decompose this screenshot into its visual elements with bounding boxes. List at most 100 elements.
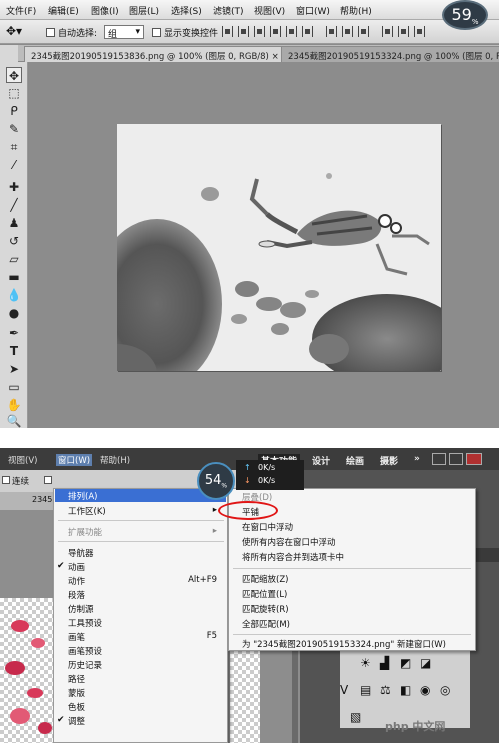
vibrance-icon[interactable]: V <box>340 683 348 697</box>
healing-brush-tool-icon[interactable]: ✚ <box>6 179 22 195</box>
levels-icon[interactable]: ▟ <box>380 656 389 670</box>
invert-icon[interactable]: ▧ <box>350 710 361 724</box>
show-transform-checkbox[interactable] <box>152 28 161 37</box>
menu-item-history[interactable]: 历史记录 <box>68 659 102 671</box>
menu-item-arrange[interactable]: 排列(A) <box>68 490 97 502</box>
type-tool-icon[interactable]: T <box>6 343 22 359</box>
eraser-tool-icon[interactable]: ▱ <box>6 251 22 267</box>
marquee-tool-icon[interactable]: ⬚ <box>6 85 22 101</box>
menu-item-match-rotation[interactable]: 匹配旋转(R) <box>242 603 289 615</box>
lasso-tool-icon[interactable]: ᑭ <box>6 103 22 119</box>
brush-tool-icon[interactable]: ╱ <box>6 197 22 213</box>
menu-item-actions[interactable]: 动作 <box>68 575 85 587</box>
menu-image[interactable]: 图像(I) <box>91 4 119 17</box>
menu-item-float-in-window[interactable]: 在窗口中浮动 <box>242 521 293 533</box>
menu-item-brush[interactable]: 画笔 <box>68 631 85 643</box>
balance-icon[interactable]: ⚖ <box>380 683 391 697</box>
align-bottom-icon[interactable] <box>254 26 265 37</box>
menu-item-paragraph[interactable]: 段落 <box>68 589 85 601</box>
history-brush-tool-icon[interactable]: ↺ <box>6 233 22 249</box>
menu-edit[interactable]: 编辑(E) <box>48 4 79 17</box>
distribute-right-icon[interactable] <box>414 26 425 37</box>
tab-document-1[interactable]: 2345截图20190519153836.png @ 100% (图层 0, R… <box>24 46 286 62</box>
menu-item-clone-source[interactable]: 仿制源 <box>68 603 94 615</box>
canvas-area[interactable] <box>0 510 60 598</box>
menu-help[interactable]: 帮助(H) <box>340 4 372 17</box>
menu-window[interactable]: 窗口(W) <box>56 454 93 466</box>
crop-tool-icon[interactable]: ⌗ <box>6 139 22 155</box>
path-select-tool-icon[interactable]: ➤ <box>6 361 22 377</box>
menu-item-animation[interactable]: 动画 <box>68 561 85 573</box>
eyedropper-tool-icon[interactable]: ⁄ <box>6 157 22 173</box>
menu-select[interactable]: 选择(S) <box>171 4 202 17</box>
workspace-photography[interactable]: 摄影 <box>380 454 398 467</box>
mixer-icon[interactable]: ◎ <box>440 683 450 697</box>
bw-icon[interactable]: ◧ <box>400 683 411 697</box>
distribute-left-icon[interactable] <box>382 26 393 37</box>
menu-item-float-all[interactable]: 使所有内容在窗口中浮动 <box>242 536 336 548</box>
menu-item-masks[interactable]: 蒙版 <box>68 687 85 699</box>
menu-item-match-location[interactable]: 匹配位置(L) <box>242 588 287 600</box>
tab-document-2[interactable]: 2345截图20190519153324.png @ 100% (图层 0, R… <box>281 46 499 62</box>
menu-item-navigator[interactable]: 导航器 <box>68 547 94 559</box>
pen-tool-icon[interactable]: ✒ <box>6 325 22 341</box>
align-top-icon[interactable] <box>222 26 233 37</box>
workspace-more[interactable]: » <box>414 454 420 464</box>
move-tool-icon[interactable]: ✥▾ <box>6 24 22 38</box>
hand-tool-icon[interactable]: ✋ <box>6 397 22 413</box>
option-checkbox[interactable] <box>44 476 52 484</box>
menu-view[interactable]: 视图(V) <box>8 454 37 466</box>
gradient-tool-icon[interactable]: ▬ <box>6 269 22 285</box>
menu-filter[interactable]: 滤镜(T) <box>213 4 244 17</box>
distribute-bottom-icon[interactable] <box>358 26 369 37</box>
photo-filter-icon[interactable]: ◉ <box>420 683 430 697</box>
maximize-icon[interactable] <box>449 453 463 465</box>
workspace-design[interactable]: 设计 <box>312 454 330 467</box>
document-tab[interactable]: 2345 <box>0 492 60 510</box>
shape-tool-icon[interactable]: ▭ <box>6 379 22 395</box>
menu-item-match-zoom[interactable]: 匹配缩放(Z) <box>242 573 288 585</box>
workspace-painting[interactable]: 绘画 <box>346 454 364 467</box>
menu-item-extensions[interactable]: 扩展功能 <box>68 526 102 538</box>
close-icon[interactable] <box>466 453 482 465</box>
menu-view[interactable]: 视图(V) <box>254 4 285 17</box>
contiguous-checkbox[interactable] <box>2 476 10 484</box>
stamp-tool-icon[interactable]: ♟ <box>6 215 22 231</box>
align-hcenter-icon[interactable] <box>286 26 297 37</box>
brightness-icon[interactable]: ☀ <box>360 656 371 670</box>
menu-item-swatches[interactable]: 色板 <box>68 701 85 713</box>
distribute-top-icon[interactable] <box>326 26 337 37</box>
auto-select-dropdown[interactable]: 组 ▾ <box>104 25 144 40</box>
menu-help[interactable]: 帮助(H) <box>100 454 130 466</box>
menu-layer[interactable]: 图层(L) <box>129 4 159 17</box>
menu-item-new-window[interactable]: 为 "2345截图20190519153324.png" 新建窗口(W) <box>242 638 446 650</box>
align-left-icon[interactable] <box>270 26 281 37</box>
menu-item-match-all[interactable]: 全部匹配(M) <box>242 618 290 630</box>
align-vcenter-icon[interactable] <box>238 26 249 37</box>
blur-tool-icon[interactable]: 💧 <box>6 287 22 303</box>
exposure-icon[interactable]: ◪ <box>420 656 431 670</box>
menu-item-tool-presets[interactable]: 工具预设 <box>68 617 102 629</box>
distribute-hcenter-icon[interactable] <box>398 26 409 37</box>
close-icon[interactable]: × <box>272 52 279 62</box>
dodge-tool-icon[interactable]: ● <box>6 305 22 321</box>
align-right-icon[interactable] <box>302 26 313 37</box>
menu-item-consolidate-tabs[interactable]: 将所有内容合并到选项卡中 <box>242 551 344 563</box>
distribute-vcenter-icon[interactable] <box>342 26 353 37</box>
menu-item-brush-presets[interactable]: 画笔预设 <box>68 645 102 657</box>
move-tool-icon[interactable]: ✥ <box>6 67 22 83</box>
minimize-icon[interactable] <box>432 453 446 465</box>
menu-file[interactable]: 文件(F) <box>6 4 36 17</box>
auto-select-checkbox[interactable] <box>46 28 55 37</box>
menu-item-workspace[interactable]: 工作区(K) <box>68 505 106 517</box>
menu-item-adjustments[interactable]: 调整 <box>68 715 85 727</box>
curves-icon[interactable]: ◩ <box>400 656 411 670</box>
zoom-tool-icon[interactable]: 🔍 <box>6 413 22 428</box>
transparent-canvas[interactable] <box>0 598 60 743</box>
menu-window[interactable]: 窗口(W) <box>296 4 330 17</box>
performance-badge[interactable]: 59% <box>442 0 488 30</box>
menu-item-paths[interactable]: 路径 <box>68 673 85 685</box>
hue-icon[interactable]: ▤ <box>360 683 371 697</box>
performance-badge[interactable]: 54% <box>197 462 235 500</box>
quick-select-tool-icon[interactable]: ✎ <box>6 121 22 137</box>
